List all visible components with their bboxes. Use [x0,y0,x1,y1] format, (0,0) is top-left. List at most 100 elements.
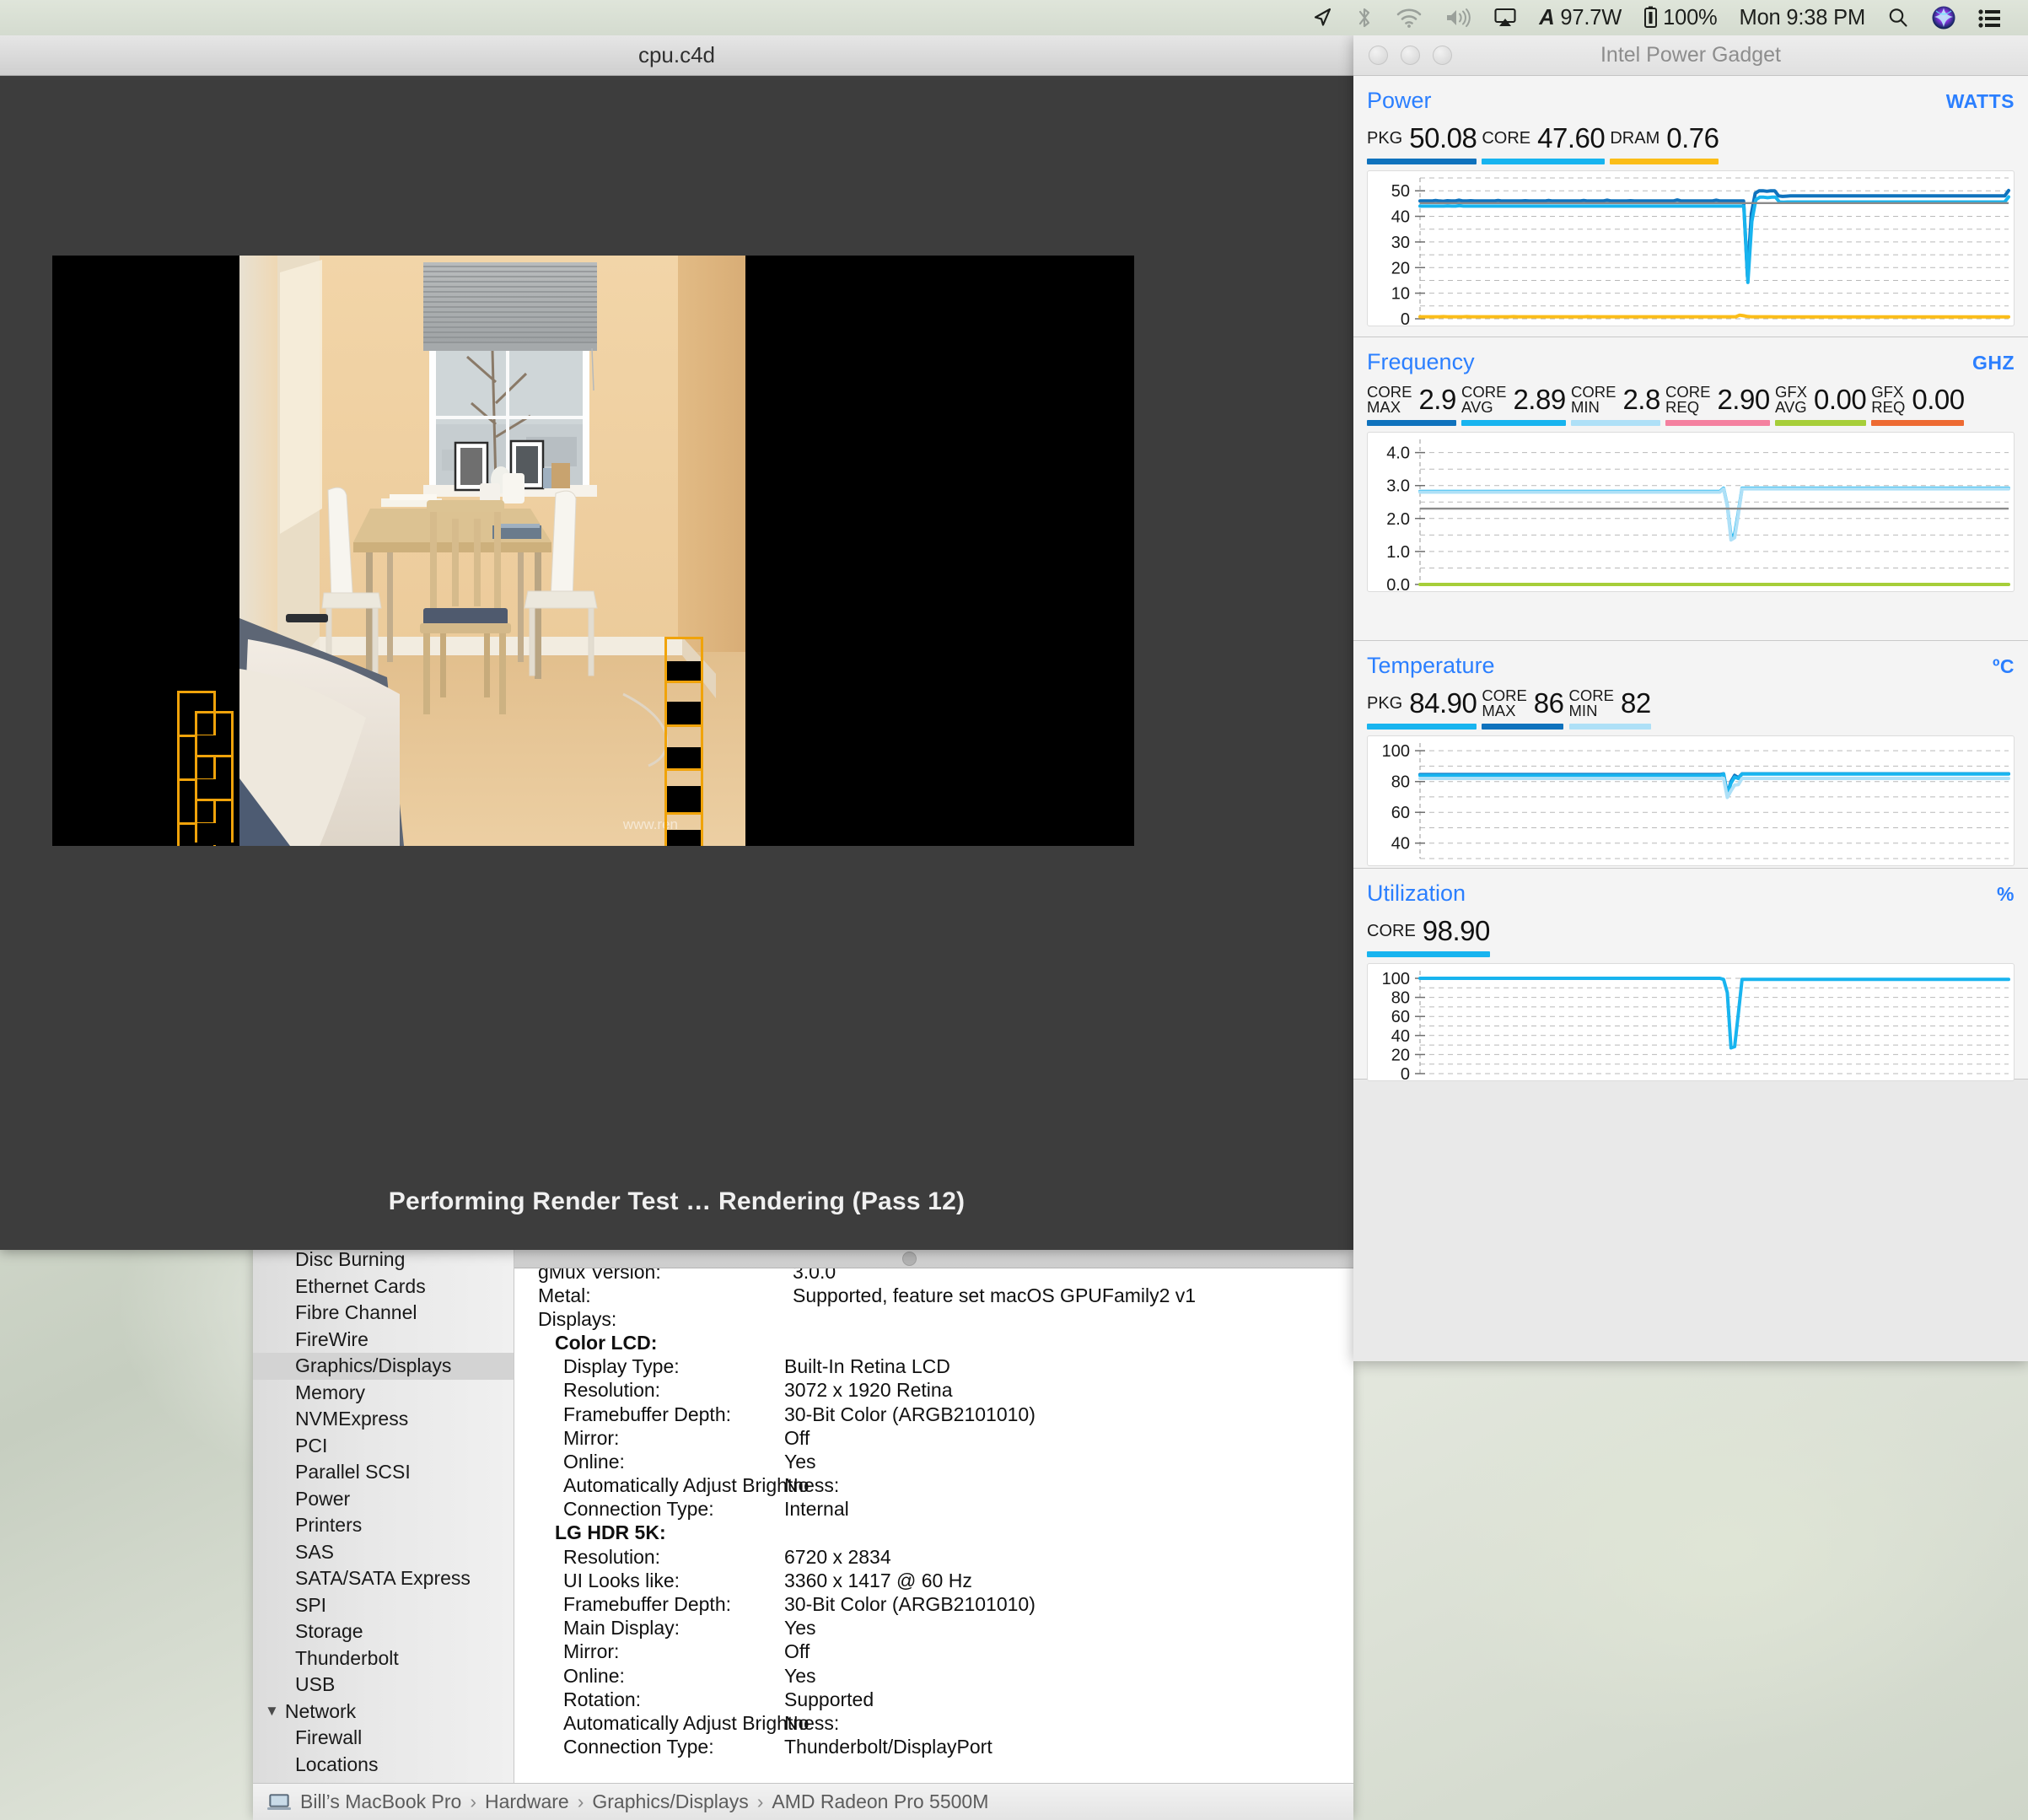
readout-label: COREAVG [1461,385,1506,414]
detail-row: Online:Yes [514,1450,1353,1473]
menubar-clock[interactable]: Mon 9:38 PM [1729,0,1876,35]
detail-row-key: Connection Type: [514,1736,784,1758]
readout-gfx-req: GFXREQ0.00 [1871,383,1964,426]
render-bucket [664,681,703,724]
panel-title: Temperature [1367,653,1495,679]
detail-row: Main Display:Yes [514,1617,1353,1640]
system-information-sidebar[interactable]: Disc BurningEthernet CardsFibre ChannelF… [253,1247,514,1783]
power-watts-indicator[interactable]: A 97.7W [1528,0,1633,35]
detail-row: Online:Yes [514,1664,1353,1688]
render-preview-canvas[interactable]: www.ren [52,256,1134,846]
power-gadget-window-title: Intel Power Gadget [1353,43,2028,67]
svg-text:20: 20 [1391,259,1410,277]
detail-row-value: Built-In Retina LCD [784,1355,1353,1378]
airplay-icon[interactable] [1482,0,1528,35]
render-bucket [195,799,234,843]
readout-gfx-avg: GFXAVG0.00 [1775,383,1866,426]
panel-power: PowerWATTSPKG50.08CORE47.60DRAM0.7601020… [1353,76,2028,337]
cinema4d-titlebar[interactable]: cpu.c4d [0,35,1353,76]
detail-row-key: Automatically Adjust Brightness: [514,1712,784,1735]
watts-prefix-a: A [1539,6,1554,30]
render-bucket [664,768,703,812]
readout-value: 47.60 [1537,122,1605,154]
detail-row-value: Off [784,1427,1353,1450]
svg-text:0: 0 [1401,1065,1410,1081]
power-gadget-titlebar[interactable]: Intel Power Gadget [1353,35,2028,76]
detail-row-value: Off [784,1640,1353,1663]
readout-dram: DRAM0.76 [1610,121,1719,164]
sidebar-item-thunderbolt[interactable]: Thunderbolt [253,1645,514,1672]
sidebar-item-sas[interactable]: SAS [253,1539,514,1566]
sidebar-item-disc-burning[interactable]: Disc Burning [253,1247,514,1273]
disclosure-triangle-icon[interactable]: ▼ [265,1703,279,1720]
sidebar-item-nvmexpress[interactable]: NVMExpress [253,1406,514,1433]
render-bucket [195,711,234,755]
breadcrumb[interactable]: Bill’s MacBook Pro›Hardware›Graphics/Dis… [253,1783,1353,1820]
sidebar-item-graphics-displays[interactable]: Graphics/Displays [253,1353,514,1380]
sidebar-item-pci[interactable]: PCI [253,1433,514,1460]
battery-icon [1643,6,1658,30]
bluetooth-icon[interactable] [1344,0,1385,35]
sidebar-item-label: Graphics/Displays [295,1354,451,1377]
sidebar-item-locations[interactable]: Locations [253,1752,514,1779]
breadcrumb-separator-icon: › [470,1790,476,1813]
sidebar-item-spi[interactable]: SPI [253,1592,514,1619]
breadcrumb-item[interactable]: AMD Radeon Pro 5500M [772,1790,988,1813]
location-arrow-icon[interactable] [1300,0,1344,35]
detail-row-key: Resolution: [514,1546,784,1569]
svg-text:50: 50 [1391,182,1410,201]
sidebar-item-usb[interactable]: USB [253,1672,514,1699]
detail-row: Rotation:Supported [514,1688,1353,1711]
detail-row: Connection Type:Internal [514,1498,1353,1521]
readout-color-bar [1367,159,1477,164]
system-information-window[interactable]: Disc BurningEthernet CardsFibre ChannelF… [253,1247,1353,1820]
breadcrumb-item[interactable]: Bill’s MacBook Pro [300,1790,461,1813]
readout-label: GFXREQ [1871,385,1905,414]
siri-icon[interactable] [1920,0,1967,35]
control-center-icon[interactable] [1967,0,2013,35]
sidebar-item-label: SATA/SATA Express [295,1567,471,1590]
readout-core-max: COREMAX2.9 [1367,383,1456,426]
wifi-icon[interactable] [1385,0,1434,35]
svg-text:80: 80 [1391,773,1410,792]
sidebar-item-firewire[interactable]: FireWire [253,1327,514,1354]
readout-value: 82 [1621,687,1651,719]
intel-power-gadget-window[interactable]: Intel Power Gadget PowerWATTSPKG50.08COR… [1353,35,2028,1361]
detail-row-key: Rotation: [514,1688,784,1711]
sidebar-item-power[interactable]: Power [253,1486,514,1513]
battery-indicator[interactable]: 100% [1633,0,1728,35]
system-information-detail-pane[interactable]: gMux Version:3.0.0Metal:Supported, featu… [514,1247,1353,1783]
volume-icon[interactable] [1434,0,1482,35]
svg-text:40: 40 [1391,208,1410,227]
readout-value: 2.90 [1717,384,1769,416]
detail-row-key: Display Type: [514,1355,784,1378]
detail-row-key: Online: [514,1665,784,1688]
sidebar-item-parallel-scsi[interactable]: Parallel SCSI [253,1459,514,1486]
sidebar-item-firewall[interactable]: Firewall [253,1725,514,1752]
sidebar-item-storage[interactable]: Storage [253,1618,514,1645]
detail-row: LG HDR 5K: [514,1521,1353,1545]
splitter-handle[interactable] [902,1252,917,1266]
svg-text:0.0: 0.0 [1386,576,1410,592]
sidebar-item-printers[interactable]: Printers [253,1512,514,1539]
readout-value: 86 [1534,687,1564,719]
sidebar-item-sata-sata-express[interactable]: SATA/SATA Express [253,1565,514,1592]
detail-row-key: Main Display: [514,1617,784,1640]
detail-row-value: Yes [784,1617,1353,1640]
sidebar-item-label: Printers [295,1514,362,1537]
breadcrumb-item[interactable]: Hardware [485,1790,569,1813]
search-icon[interactable] [1876,0,1920,35]
sidebar-item-fibre-channel[interactable]: Fibre Channel [253,1300,514,1327]
sidebar-item-memory[interactable]: Memory [253,1380,514,1407]
detail-row-value: 30-Bit Color (ARGB2101010) [784,1403,1353,1426]
sidebar-item-network[interactable]: ▼Network [253,1699,514,1726]
readout-color-bar [1775,420,1866,426]
sidebar-item-ethernet-cards[interactable]: Ethernet Cards [253,1273,514,1300]
chart-power: 01020304050 [1367,170,2015,326]
cinema4d-render-window[interactable]: cpu.c4d [0,35,1353,1250]
detail-row: Connection Type:Thunderbolt/DisplayPort [514,1736,1353,1759]
system-information-content: Disc BurningEthernet CardsFibre ChannelF… [253,1247,1353,1783]
panel-unit-label: WATTS [1946,90,2015,113]
breadcrumb-item[interactable]: Graphics/Displays [592,1790,748,1813]
svg-text:100: 100 [1382,742,1410,761]
